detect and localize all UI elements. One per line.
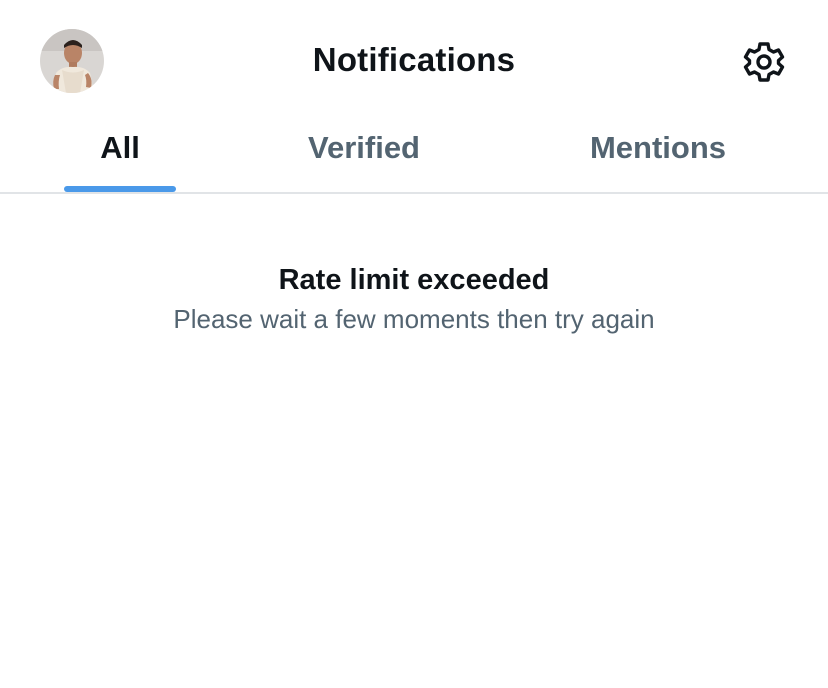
gear-icon xyxy=(743,42,785,82)
notification-tabs: All Verified Mentions xyxy=(0,118,828,194)
tab-divider xyxy=(0,192,828,194)
tab-all[interactable]: All xyxy=(0,118,240,194)
top-app-bar: Notifications xyxy=(0,0,828,118)
tab-mentions[interactable]: Mentions xyxy=(538,118,778,194)
settings-button[interactable] xyxy=(740,38,788,86)
notifications-page: Notifications All Verified Mentions Rate… xyxy=(0,0,828,688)
tab-mentions-label: Mentions xyxy=(589,130,727,165)
tab-verified-label: Verified xyxy=(308,130,420,165)
error-title: Rate limit exceeded xyxy=(278,264,550,296)
page-title: Notifications xyxy=(312,41,516,78)
error-message: Please wait a few moments then try again xyxy=(173,304,655,334)
tab-verified[interactable]: Verified xyxy=(244,118,484,194)
tab-all-label: All xyxy=(100,130,140,165)
